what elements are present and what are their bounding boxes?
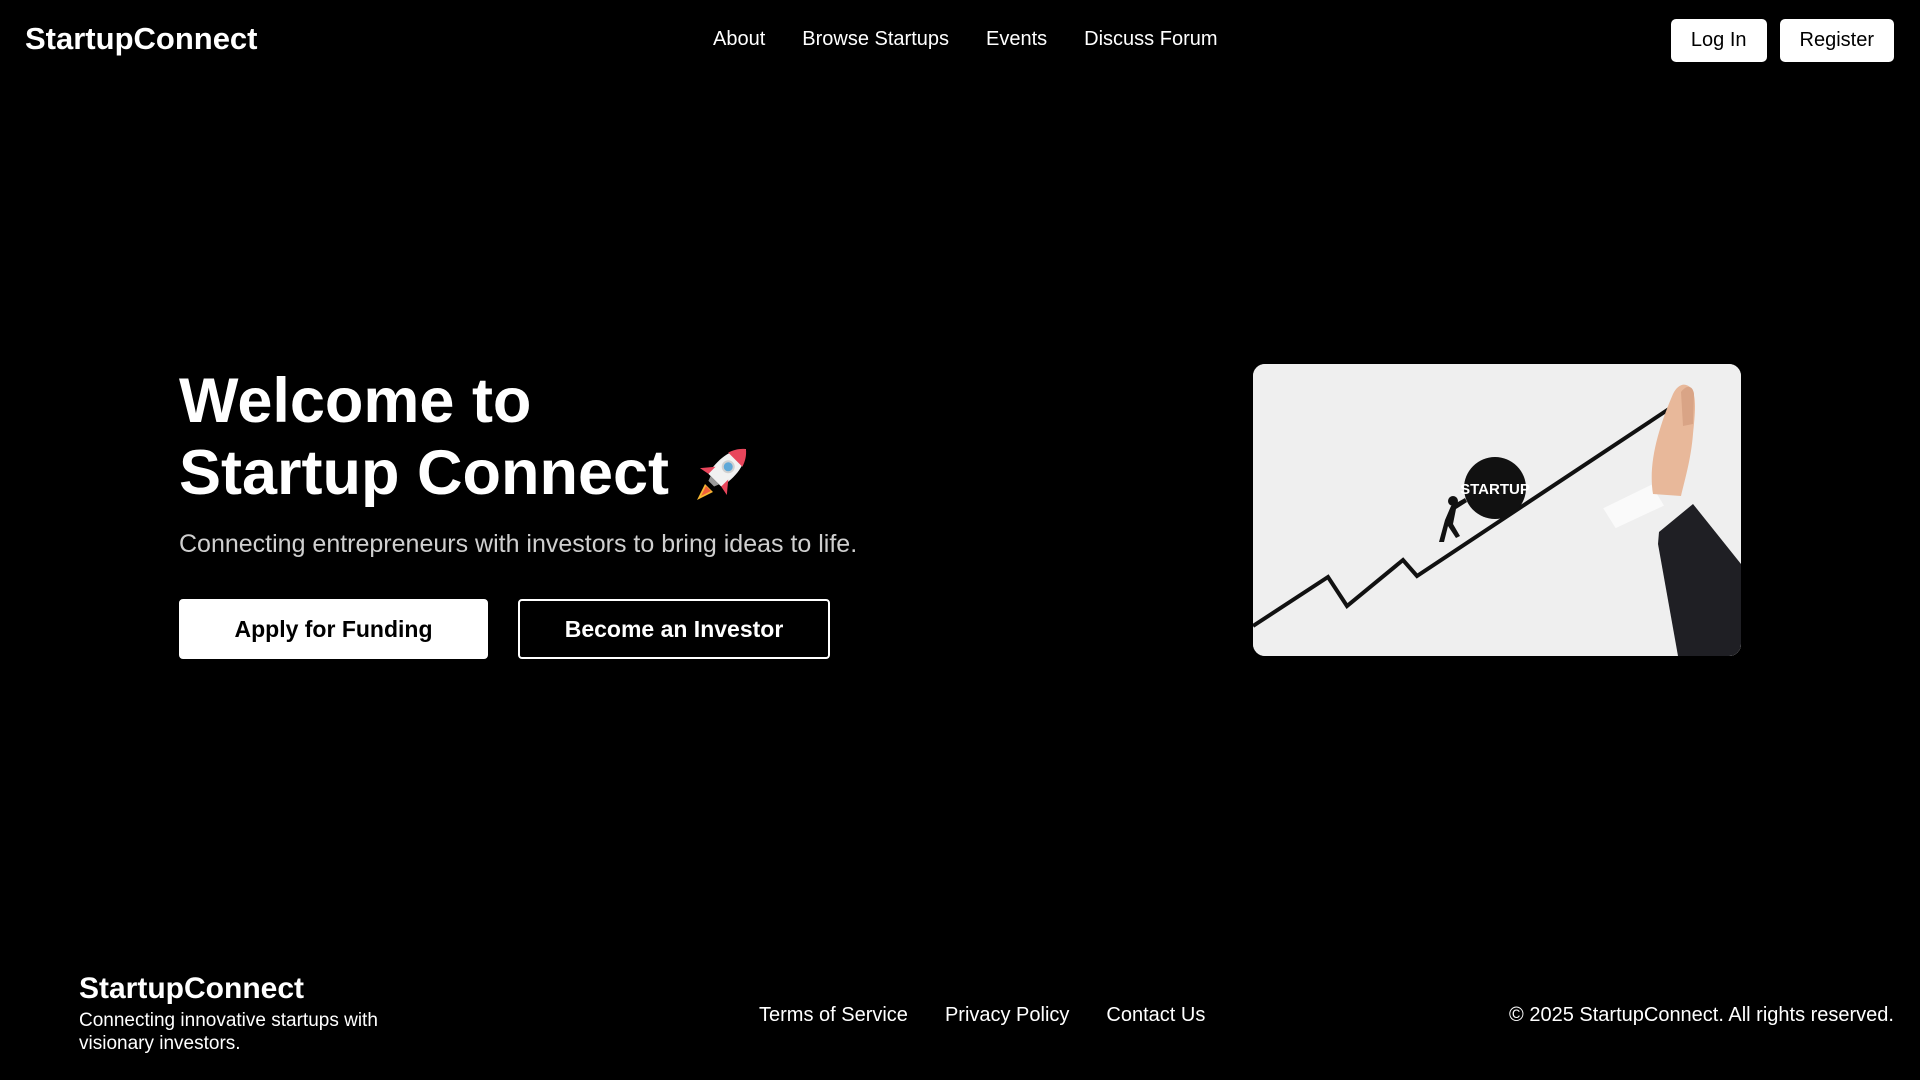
footer-link-terms[interactable]: Terms of Service — [759, 1004, 908, 1027]
hero-title: Welcome to Startup Connect — [179, 365, 899, 510]
startup-ball-text: STARTUP — [1460, 481, 1530, 498]
nav-link-discuss-forum[interactable]: Discuss Forum — [1084, 28, 1217, 51]
footer-brand: StartupConnect — [79, 972, 304, 1005]
copyright-text: © 2025 StartupConnect. All rights reserv… — [1509, 1004, 1894, 1026]
hero-title-line2: Startup Connect — [179, 438, 670, 508]
hero-image: STARTUP — [1253, 364, 1741, 656]
footer-links: Terms of Service Privacy Policy Contact … — [759, 1004, 1205, 1027]
login-button[interactable]: Log In — [1670, 19, 1767, 62]
nav-link-events[interactable]: Events — [986, 28, 1047, 51]
hero-section: Welcome to Startup Connect Connecting en… — [179, 365, 899, 559]
footer-link-contact[interactable]: Contact Us — [1106, 1004, 1205, 1027]
apply-for-funding-button[interactable]: Apply for Funding — [179, 599, 488, 659]
auth-buttons: Log In Register — [1670, 19, 1894, 62]
become-investor-button[interactable]: Become an Investor — [518, 599, 830, 659]
nav-link-about[interactable]: About — [713, 28, 765, 51]
hero-title-line1: Welcome to — [179, 366, 532, 436]
hero-buttons: Apply for Funding Become an Investor — [179, 599, 830, 659]
register-button[interactable]: Register — [1779, 19, 1894, 62]
footer-tagline: Connecting innovative startups with visi… — [79, 1010, 378, 1054]
nav-link-browse-startups[interactable]: Browse Startups — [802, 28, 949, 51]
navbar: StartupConnect About Browse Startups Eve… — [0, 0, 1920, 80]
rocket-icon — [691, 438, 757, 504]
hero-subtitle: Connecting entrepreneurs with investors … — [179, 530, 858, 559]
footer-link-privacy[interactable]: Privacy Policy — [945, 1004, 1069, 1027]
nav-links: About Browse Startups Events Discuss For… — [713, 28, 1218, 51]
brand-logo[interactable]: StartupConnect — [25, 21, 258, 57]
